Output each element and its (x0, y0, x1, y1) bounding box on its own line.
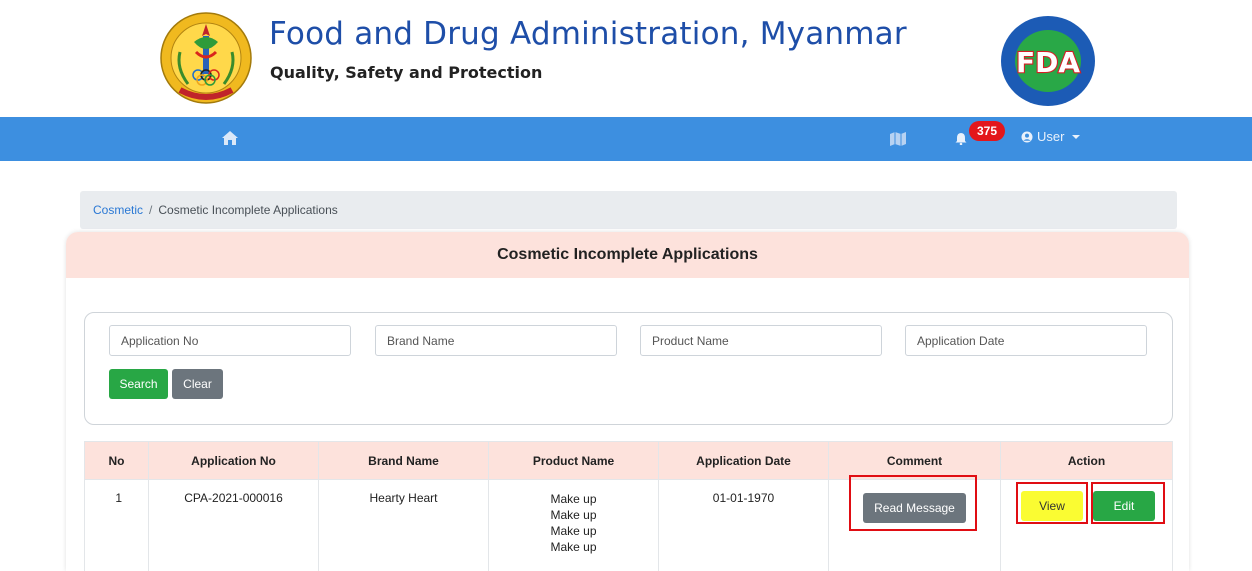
column-header-product-name: Product Name (488, 441, 659, 480)
fda-logo: FDA FDA (1001, 16, 1095, 106)
column-header-application-no: Application No (148, 441, 319, 480)
breadcrumb-separator: / (149, 203, 153, 217)
column-header-action: Action (1000, 441, 1173, 480)
user-menu-dropdown[interactable]: User (1021, 129, 1081, 144)
applications-table: No Application No Brand Name Product Nam… (84, 441, 1173, 571)
application-date-input[interactable] (905, 325, 1147, 356)
user-menu-label: User (1037, 129, 1065, 144)
site-subtitle: Quality, Safety and Protection (270, 63, 543, 82)
search-filter-panel: Search Clear (84, 312, 1173, 425)
view-button[interactable]: View (1021, 491, 1083, 521)
column-header-brand-name: Brand Name (318, 441, 489, 480)
edit-button[interactable]: Edit (1093, 491, 1155, 521)
cell-application-no: CPA-2021-000016 (148, 479, 319, 571)
cell-application-date: 01-01-1970 (658, 479, 829, 571)
breadcrumb: Cosmetic / Cosmetic Incomplete Applicati… (80, 191, 1177, 229)
site-title: Food and Drug Administration, Myanmar (269, 16, 907, 52)
card-title: Cosmetic Incomplete Applications (66, 232, 1189, 278)
cell-action: View Edit (1000, 479, 1173, 571)
breadcrumb-current: Cosmetic Incomplete Applications (158, 203, 338, 217)
search-button[interactable]: Search (109, 369, 168, 399)
table-row: 1 CPA-2021-000016 Hearty Heart Make up M… (84, 475, 1173, 571)
column-header-application-date: Application Date (658, 441, 829, 480)
product-name-line: Make up (550, 492, 597, 506)
map-icon[interactable] (889, 131, 907, 147)
column-header-no: No (84, 441, 149, 480)
applications-card: Cosmetic Incomplete Applications Search … (66, 232, 1189, 571)
product-name-line: Make up (550, 540, 597, 554)
svg-text:FDA: FDA (1016, 46, 1080, 79)
chevron-down-icon (1072, 134, 1081, 139)
bell-icon[interactable] (955, 132, 967, 145)
read-message-button[interactable]: Read Message (863, 493, 966, 523)
cell-product-name: Make up Make up Make up Make up (488, 479, 659, 571)
product-name-input[interactable] (640, 325, 882, 356)
product-name-line: Make up (550, 524, 597, 538)
top-navbar: 375 User (0, 117, 1252, 161)
cell-comment: Read Message (828, 475, 1001, 571)
clear-button[interactable]: Clear (172, 369, 223, 399)
site-header: Food and Drug Administration, Myanmar Qu… (0, 0, 1252, 117)
notification-count-badge[interactable]: 375 (969, 121, 1005, 141)
product-name-line: Make up (550, 508, 597, 522)
cell-no: 1 (84, 479, 149, 571)
home-icon[interactable] (221, 130, 239, 146)
brand-name-input[interactable] (375, 325, 617, 356)
column-header-comment: Comment (828, 441, 1001, 480)
cell-brand-name: Hearty Heart (318, 479, 489, 571)
user-circle-icon (1021, 131, 1033, 142)
application-no-input[interactable] (109, 325, 351, 356)
table-header: No Application No Brand Name Product Nam… (84, 441, 1173, 480)
ministry-emblem-logo (160, 12, 252, 104)
breadcrumb-link-cosmetic[interactable]: Cosmetic (93, 203, 143, 217)
